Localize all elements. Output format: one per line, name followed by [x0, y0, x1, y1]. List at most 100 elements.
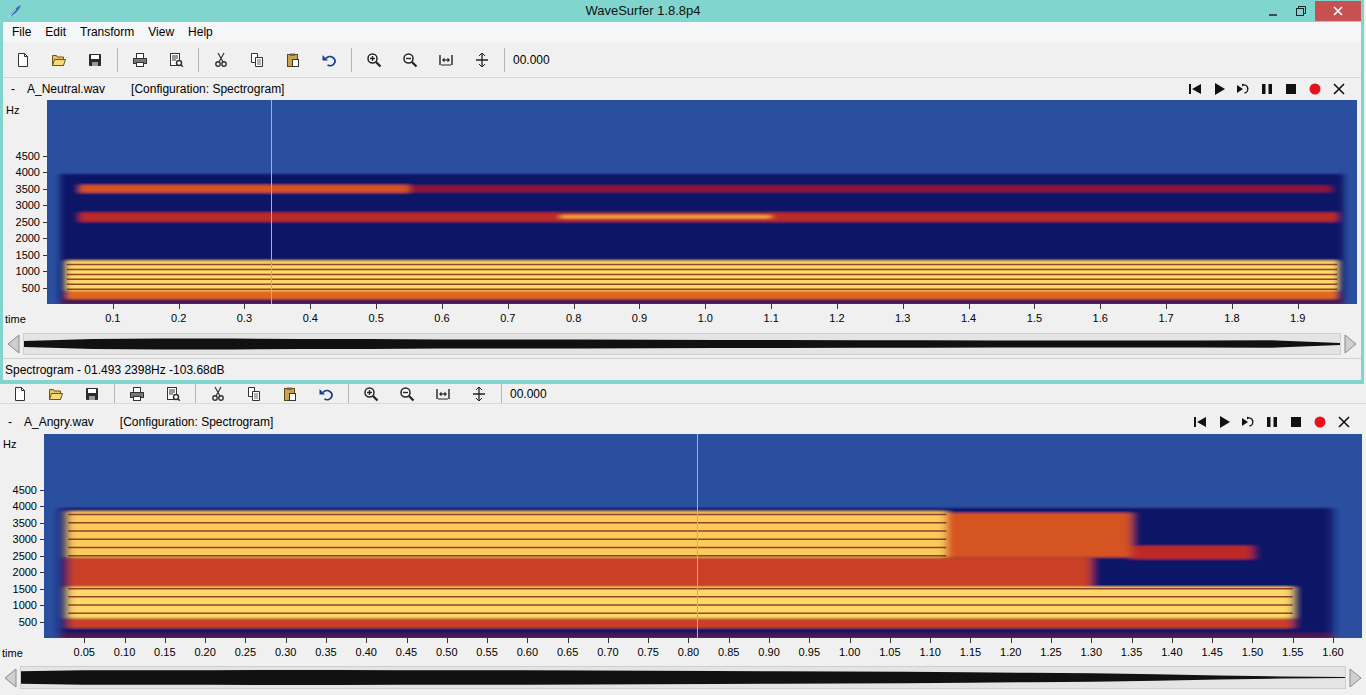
axis-tick-label: 1.25	[1040, 646, 1061, 658]
close-icon[interactable]	[1332, 413, 1356, 431]
cut-icon[interactable]	[200, 384, 236, 404]
zoom-out-icon[interactable]	[392, 48, 428, 72]
rewind-icon[interactable]	[1183, 80, 1207, 98]
paste-icon[interactable]	[272, 384, 308, 404]
axis-tick	[244, 304, 245, 309]
pause-icon[interactable]	[1260, 413, 1284, 431]
play-cursor[interactable]	[697, 434, 698, 638]
scrollbar[interactable]	[0, 662, 1366, 693]
scroll-left-icon[interactable]	[2, 666, 20, 689]
paste-icon[interactable]	[275, 48, 311, 72]
axis-tick	[568, 638, 569, 643]
collapse-button[interactable]: -	[8, 413, 12, 431]
waveform-overview[interactable]	[23, 333, 1341, 355]
axis-tick-label: 0.70	[597, 646, 618, 658]
frequency-axis: Hz45004000350030002500200015001000500	[0, 434, 44, 638]
zoom-fit-icon[interactable]	[428, 48, 464, 72]
play-cursor[interactable]	[271, 100, 272, 304]
spectrogram-band	[409, 186, 1331, 193]
collapse-button[interactable]: -	[11, 80, 15, 98]
zoom-tool-icon[interactable]	[461, 384, 497, 404]
spectrogram-band	[80, 213, 1337, 222]
open-icon[interactable]	[38, 384, 74, 404]
print-icon[interactable]	[122, 48, 158, 72]
restore-icon[interactable]	[1287, 1, 1315, 21]
scroll-right-icon[interactable]	[1346, 666, 1364, 689]
axis-tick-label: 1.15	[960, 646, 981, 658]
axis-tick-label: 1.8	[1224, 312, 1239, 324]
copy-icon[interactable]	[239, 48, 275, 72]
close-icon[interactable]	[1327, 80, 1351, 98]
axis-tick-label: 1.30	[1081, 646, 1102, 658]
spectrogram[interactable]	[44, 434, 1362, 638]
time-axis: time0.10.20.30.40.50.60.70.80.91.01.11.2…	[3, 304, 1361, 330]
axis-tick-label: 0.6	[434, 312, 449, 324]
cut-icon[interactable]	[203, 48, 239, 72]
axis-tick-label: 4000	[13, 501, 37, 512]
zoom-fit-icon[interactable]	[425, 384, 461, 404]
menu-item[interactable]: View	[141, 23, 181, 41]
play-icon[interactable]	[1212, 413, 1236, 431]
record-icon[interactable]	[1308, 413, 1332, 431]
axis-label: time	[0, 638, 44, 662]
menu-item[interactable]: Transform	[73, 23, 141, 41]
print-icon[interactable]	[119, 384, 155, 404]
axis-tick-label: 0.30	[275, 646, 296, 658]
minimize-icon[interactable]	[1259, 1, 1287, 21]
axis-tick	[930, 638, 931, 643]
axis-tick	[809, 638, 810, 643]
axis-tick	[729, 638, 730, 643]
save-icon[interactable]	[74, 384, 110, 404]
scroll-left-icon[interactable]	[5, 333, 23, 355]
new-icon[interactable]	[5, 48, 41, 72]
undo-icon[interactable]	[311, 48, 347, 72]
spectrogram-pane: Hz45004000350030002500200015001000500	[0, 434, 1366, 638]
menu-item[interactable]: Edit	[38, 23, 73, 41]
copy-icon[interactable]	[236, 384, 272, 404]
loop-play-icon[interactable]	[1236, 413, 1260, 431]
zoom-out-icon[interactable]	[389, 384, 425, 404]
axis-tick	[1166, 304, 1167, 309]
axis-tick-label: 1000	[16, 266, 40, 277]
waveform-overview[interactable]	[20, 666, 1346, 689]
rewind-icon[interactable]	[1188, 413, 1212, 431]
properties-icon[interactable]	[155, 384, 191, 404]
record-icon[interactable]	[1303, 80, 1327, 98]
time-ticks: 0.10.20.30.40.50.60.70.80.91.01.11.21.31…	[47, 304, 1357, 330]
save-icon[interactable]	[77, 48, 113, 72]
axis-tick	[487, 638, 488, 643]
axis-tick	[648, 638, 649, 643]
stop-icon[interactable]	[1279, 80, 1303, 98]
axis-tick	[1252, 638, 1253, 643]
scroll-right-icon[interactable]	[1341, 333, 1359, 355]
spectrogram-band	[560, 215, 771, 218]
axis-tick-label: 4000	[16, 167, 40, 178]
transport-controls	[1188, 413, 1356, 431]
new-icon[interactable]	[2, 384, 38, 404]
menu-item[interactable]: File	[5, 23, 38, 41]
spectrogram[interactable]	[47, 100, 1357, 304]
axis-tick-label: 0.80	[678, 646, 699, 658]
scrollbar[interactable]	[3, 330, 1361, 358]
axis-unit: Hz	[3, 436, 16, 453]
menu-item[interactable]: Help	[181, 23, 220, 41]
close-window-icon[interactable]	[1315, 1, 1361, 21]
transport-controls	[1183, 80, 1351, 98]
zoom-tool-icon[interactable]	[464, 48, 500, 72]
zoom-in-icon[interactable]	[356, 48, 392, 72]
properties-icon[interactable]	[158, 48, 194, 72]
axis-tick-label: 1.35	[1121, 646, 1142, 658]
window-title: WaveSurfer 1.8.8p4	[585, 3, 700, 18]
axis-tick	[837, 304, 838, 309]
open-icon[interactable]	[41, 48, 77, 72]
stop-icon[interactable]	[1284, 413, 1308, 431]
pause-icon[interactable]	[1255, 80, 1279, 98]
undo-icon[interactable]	[308, 384, 344, 404]
zoom-in-icon[interactable]	[353, 384, 389, 404]
play-icon[interactable]	[1207, 80, 1231, 98]
loop-play-icon[interactable]	[1231, 80, 1255, 98]
axis-tick-label: 1.7	[1158, 312, 1173, 324]
axis-tick	[969, 304, 970, 309]
sound-header: -A_Neutral.wav[Configuration: Spectrogra…	[3, 78, 1361, 100]
axis-tick	[366, 638, 367, 643]
